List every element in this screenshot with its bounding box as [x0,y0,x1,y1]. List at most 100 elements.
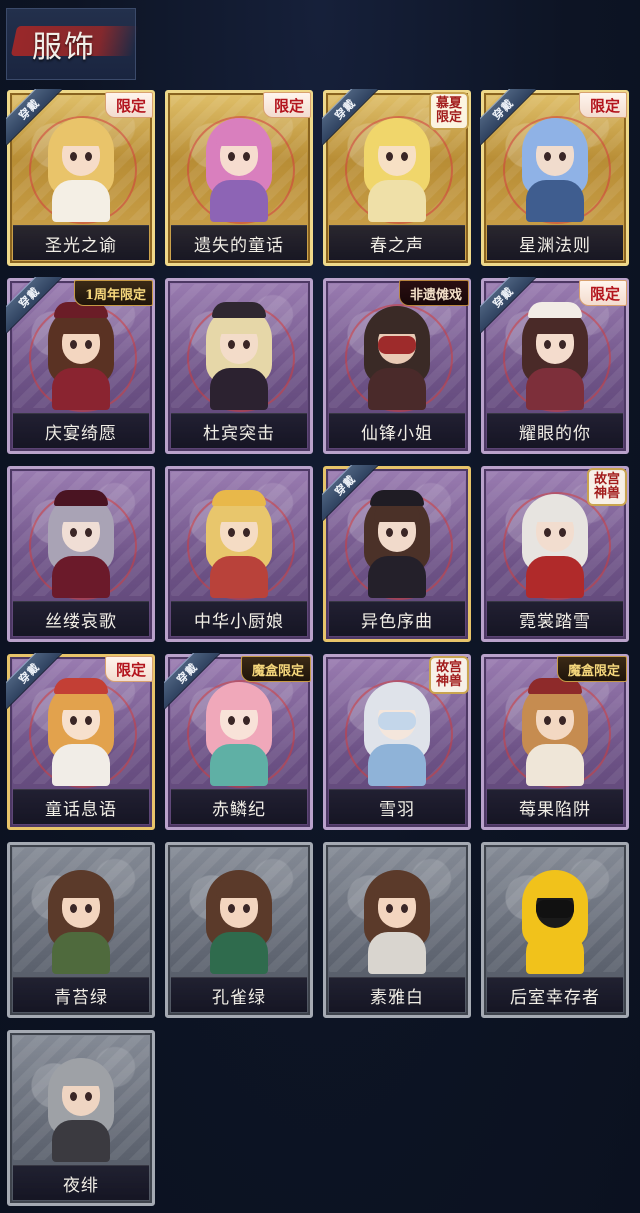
costume-name-bar: 耀眼的你 [487,413,623,448]
costume-card[interactable]: 素雅白 [323,842,471,1018]
costume-card[interactable]: 异色序曲 穿戴 [322,465,471,642]
portrait-body [52,180,110,222]
costume-name-bar: 中华小厨娘 [171,601,307,636]
limited-tag: 1周年限定 [73,280,153,306]
costume-card[interactable]: 后室幸存者 [481,842,629,1018]
limited-tag: 限定 [578,280,627,306]
character-portrait-hazmat-icon [520,864,590,974]
costume-name: 孔雀绿 [212,987,266,1008]
portrait-hat [212,490,266,506]
costume-name: 异色序曲 [361,611,433,632]
portrait-eye [401,904,408,913]
portrait-eye [243,904,250,913]
character-portrait-blue-hair-icon [520,112,590,222]
costume-card[interactable]: 青苔绿 [7,842,155,1018]
costume-card[interactable]: 杜宾突击 [165,278,313,454]
costume-name-bar: 春之声 [329,225,465,260]
portrait-hair-front [374,876,420,898]
costume-card[interactable]: 孔雀绿 [165,842,313,1018]
portrait-body [368,180,426,222]
costume-card[interactable]: 遗失的童话 限定 [165,90,313,266]
costume-name: 后室幸存者 [510,987,600,1008]
costume-card[interactable]: 霓裳踏雪 故宫 神兽 [481,466,629,642]
costume-name: 杜宾突击 [203,423,275,444]
portrait-body [210,368,268,410]
costume-name: 星渊法则 [519,235,591,256]
character-portrait-brown-hair-icon [46,864,116,974]
character-portrait-brown-hair-icon [204,864,274,974]
costume-name: 丝缕哀歌 [45,611,117,632]
costume-card[interactable]: 庆宴绮愿 穿戴 1周年限定 [6,277,155,454]
portrait-hair-front [532,876,578,898]
costume-name-bar: 星渊法则 [487,225,623,260]
portrait-eye [386,904,393,913]
portrait-hair-front [532,500,578,522]
costume-name-bar: 赤鳞纪 [171,789,307,824]
costume-card[interactable]: 耀眼的你 穿戴 限定 [480,277,629,454]
costume-card[interactable]: 丝缕哀歌 [7,466,155,642]
character-portrait-cap-icon [204,300,274,410]
limited-tag-line-1: 慕夏 [435,96,462,112]
portrait-body [526,556,584,598]
costume-name-bar: 圣光之谕 [13,225,149,260]
costume-name: 童话息语 [45,799,117,820]
portrait-hat [212,302,266,318]
character-portrait-chef-icon [204,488,274,598]
costume-card[interactable]: 春之声 穿戴 慕夏 限定 [322,89,471,266]
portrait-body [526,180,584,222]
limited-tag-line-1: 故宫 [593,472,620,488]
costume-card[interactable]: 莓果陷阱 魔盒限定 [481,654,629,830]
costume-name: 夜绯 [63,1175,99,1196]
costume-card[interactable]: 星渊法则 穿戴 限定 [480,89,629,266]
limited-tag: 故宫 神兽 [586,468,627,506]
portrait-body [210,180,268,222]
costume-card[interactable]: 中华小厨娘 [165,466,313,642]
costume-name-bar: 杜宾突击 [171,413,307,448]
portrait-body [368,556,426,598]
portrait-eye [544,152,551,161]
character-portrait-gray-suit-icon [46,1052,116,1162]
portrait-body [210,932,268,974]
character-portrait-berry-hat-icon [520,676,590,786]
costume-page: 服饰 圣光之谕 穿戴 限定 遗失的童话 限定 春之声 穿戴 慕夏 限定 星渊法则 穿戴 限定 庆宴绮愿穿… [0,0,640,1213]
portrait-hair-front [58,1064,104,1086]
costume-card[interactable]: 圣光之谕 穿戴 限定 [6,89,155,266]
portrait-eye [228,528,235,537]
costume-name: 莓果陷阱 [519,799,591,820]
costume-name-bar: 异色序曲 [329,601,465,636]
costume-name-bar: 后室幸存者 [487,977,623,1012]
limited-tag: 限定 [262,92,311,118]
costume-name-bar: 雪羽 [329,789,465,824]
portrait-mask [378,336,416,354]
portrait-body [368,744,426,786]
costume-card[interactable]: 童话息语 穿戴 限定 [6,653,155,830]
portrait-hair-front [374,688,420,710]
portrait-eye [243,716,250,725]
costume-card[interactable]: 夜绯 [7,1030,155,1206]
portrait-eye [228,152,235,161]
character-portrait-orange-hair-icon [46,676,116,786]
limited-tag-line-2: 限定 [435,110,462,125]
costume-card[interactable]: 仙锋小姐 非遗傩戏 [323,278,471,454]
limited-tag-line-1: 故宫 [435,660,462,676]
costume-card[interactable]: 赤鳞纪 穿戴 魔盒限定 [164,653,313,830]
portrait-eye [401,528,408,537]
portrait-eye [243,528,250,537]
limited-tag: 限定 [104,656,153,682]
portrait-eye [243,152,250,161]
limited-tag: 魔盒限定 [240,656,311,682]
portrait-eye [401,152,408,161]
costume-name: 雪羽 [379,799,415,820]
portrait-body [210,744,268,786]
portrait-eye [559,528,566,537]
costume-name-bar: 童话息语 [13,789,149,824]
portrait-body [52,556,110,598]
costume-card[interactable]: 雪羽 故宫 神兽 [323,654,471,830]
costume-name-bar: 遗失的童话 [171,225,307,260]
portrait-eye [85,528,92,537]
costume-name: 春之声 [370,235,424,256]
character-portrait-top-hat-icon [362,488,432,598]
costume-name-bar: 青苔绿 [13,977,149,1012]
costume-name-bar: 丝缕哀歌 [13,601,149,636]
portrait-body [210,556,268,598]
